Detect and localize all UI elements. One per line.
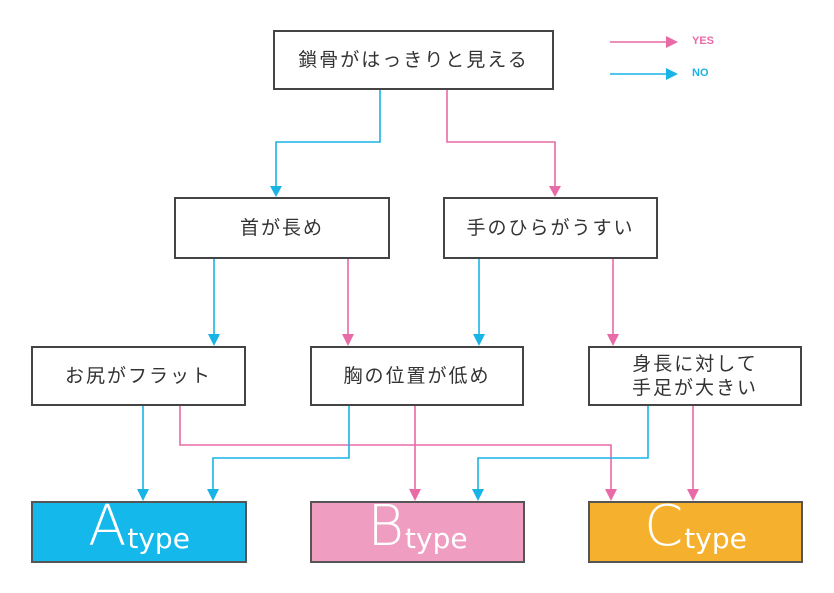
result-b-letter: B — [367, 494, 405, 559]
result-c-suffix: type — [684, 522, 747, 555]
result-b-suffix: type — [405, 522, 468, 555]
result-b-type: Btype — [310, 494, 525, 563]
edge-q1-no — [275, 89, 381, 186]
question-clavicle-visible: 鎖骨がはっきりと見える — [273, 30, 554, 90]
arrowhead-no — [270, 186, 282, 197]
legend-no-arrowhead — [666, 68, 678, 80]
result-a-suffix: type — [127, 522, 190, 555]
edge-q3b-no — [212, 405, 350, 490]
arrowhead-yes — [342, 334, 354, 346]
result-a-letter: A — [88, 494, 127, 559]
arrowhead-no — [207, 489, 219, 501]
edge-q1-yes — [446, 89, 556, 186]
legend-no-label: NO — [692, 67, 709, 79]
result-c-type: Ctype — [588, 494, 803, 563]
legend-yes-label: YES — [692, 35, 715, 47]
arrowhead-yes — [607, 334, 619, 346]
arrowhead-no — [472, 489, 484, 501]
question-flat-hips: お尻がフラット — [31, 346, 246, 406]
arrowhead-yes — [549, 186, 561, 197]
arrowhead-no — [473, 334, 485, 346]
edge-q3a-yes — [179, 405, 612, 490]
arrowhead-yes — [605, 489, 617, 501]
arrowhead-no — [208, 334, 220, 346]
legend-yes-arrowhead — [666, 36, 678, 48]
question-low-chest: 胸の位置が低め — [310, 346, 524, 406]
result-c-letter: C — [644, 494, 684, 559]
arrowhead-yes — [409, 489, 421, 501]
edge-q3c-no — [477, 405, 649, 490]
arrowhead-yes — [687, 489, 699, 501]
question-thin-palms: 手のひらがうすい — [443, 197, 658, 259]
question-large-limbs: 身長に対して 手足が大きい — [588, 346, 802, 406]
result-a-type: Atype — [31, 494, 247, 563]
arrowhead-no — [137, 489, 149, 501]
question-long-neck: 首が長め — [174, 197, 390, 259]
